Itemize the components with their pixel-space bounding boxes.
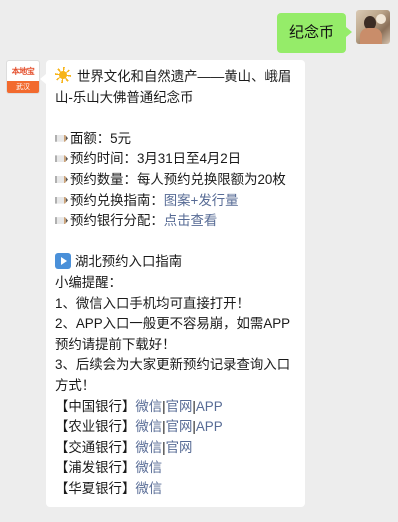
face-value-text: 面额：5元: [70, 130, 132, 146]
bank-alloc-label: 预约银行分配：: [70, 213, 164, 229]
reserve-time-text: 预约时间：3月31日至4月2日: [70, 151, 242, 167]
bank-name: 【浦发银行】: [55, 460, 136, 476]
bank-name: 【中国银行】: [55, 398, 136, 414]
pencil-icon: [55, 175, 68, 183]
bank-row-bocom: 【交通银行】微信|官网: [55, 438, 295, 459]
website-link[interactable]: 官网: [166, 419, 193, 434]
reserve-time-line: 预约时间：3月31日至4月2日: [55, 149, 295, 170]
guide-link[interactable]: 图案+发行量: [164, 193, 239, 208]
chat-window: 纪念币 本地宝 武汉 世界文化和自然遗产——黄山、峨眉山-乐山大佛普通纪念币 面…: [0, 0, 398, 522]
tip-2: 2、APP入口一般更不容易崩，如需APP预约请提前下载好！: [55, 316, 291, 352]
account-logo-text: 本地宝: [11, 66, 35, 76]
bank-row-boc: 【中国银行】微信|官网|APP: [55, 397, 295, 418]
app-link[interactable]: APP: [196, 419, 223, 434]
user-avatar[interactable]: [356, 10, 390, 44]
hubei-guide-heading: 湖北预约入口指南: [55, 252, 295, 273]
hubei-guide-text: 湖北预约入口指南: [75, 254, 183, 270]
bank-row-spdb: 【浦发银行】微信: [55, 458, 295, 479]
message-title: 世界文化和自然遗产——黄山、峨眉山-乐山大佛普通纪念币: [55, 67, 295, 108]
play-icon: [55, 253, 71, 270]
website-link[interactable]: 官网: [166, 399, 193, 414]
bank-name: 【华夏银行】: [55, 480, 136, 496]
guide-line: 预约兑换指南：图案+发行量: [55, 191, 295, 212]
wechat-link[interactable]: 微信: [135, 481, 162, 496]
bank-row-abc: 【农业银行】微信|官网|APP: [55, 417, 295, 438]
reserve-qty-line: 预约数量：每人预约兑换限额为20枚: [55, 170, 295, 191]
bank-name: 【农业银行】: [55, 419, 136, 435]
face-value-line: 面额：5元: [55, 129, 295, 150]
sun-icon: [55, 67, 71, 83]
website-link[interactable]: 官网: [166, 440, 193, 455]
pencil-icon: [55, 217, 68, 225]
account-avatar[interactable]: 本地宝 武汉: [6, 60, 40, 94]
bank-alloc-link[interactable]: 点击查看: [164, 213, 218, 228]
account-logo-city: 武汉: [7, 81, 39, 93]
message-title-text: 世界文化和自然遗产——黄山、峨眉山-乐山大佛普通纪念币: [55, 69, 292, 105]
wechat-link[interactable]: 微信: [135, 440, 162, 455]
tip-title: 小编提醒：: [55, 274, 122, 290]
bank-row-hxb: 【华夏银行】微信: [55, 479, 295, 500]
guide-label: 预约兑换指南：: [70, 192, 164, 208]
tip-1: 1、微信入口手机均可直接打开！: [55, 295, 250, 311]
bank-alloc-line: 预约银行分配：点击查看: [55, 211, 295, 232]
tip-3: 3、后续会为大家更新预约记录查询入口方式！: [55, 357, 291, 393]
incoming-message-bubble: 世界文化和自然遗产——黄山、峨眉山-乐山大佛普通纪念币 面额：5元 预约时间：3…: [40, 60, 305, 508]
wechat-link[interactable]: 微信: [135, 399, 162, 414]
bank-name: 【交通银行】: [55, 439, 136, 455]
pencil-icon: [55, 196, 68, 204]
wechat-link[interactable]: 微信: [135, 419, 162, 434]
pencil-icon: [55, 134, 68, 142]
pencil-icon: [55, 155, 68, 163]
reserve-qty-text: 预约数量：每人预约兑换限额为20枚: [70, 171, 286, 187]
outgoing-message-row: 纪念币: [276, 10, 390, 53]
wechat-link[interactable]: 微信: [135, 460, 162, 475]
outgoing-message-bubble[interactable]: 纪念币: [276, 13, 353, 53]
app-link[interactable]: APP: [196, 399, 223, 414]
